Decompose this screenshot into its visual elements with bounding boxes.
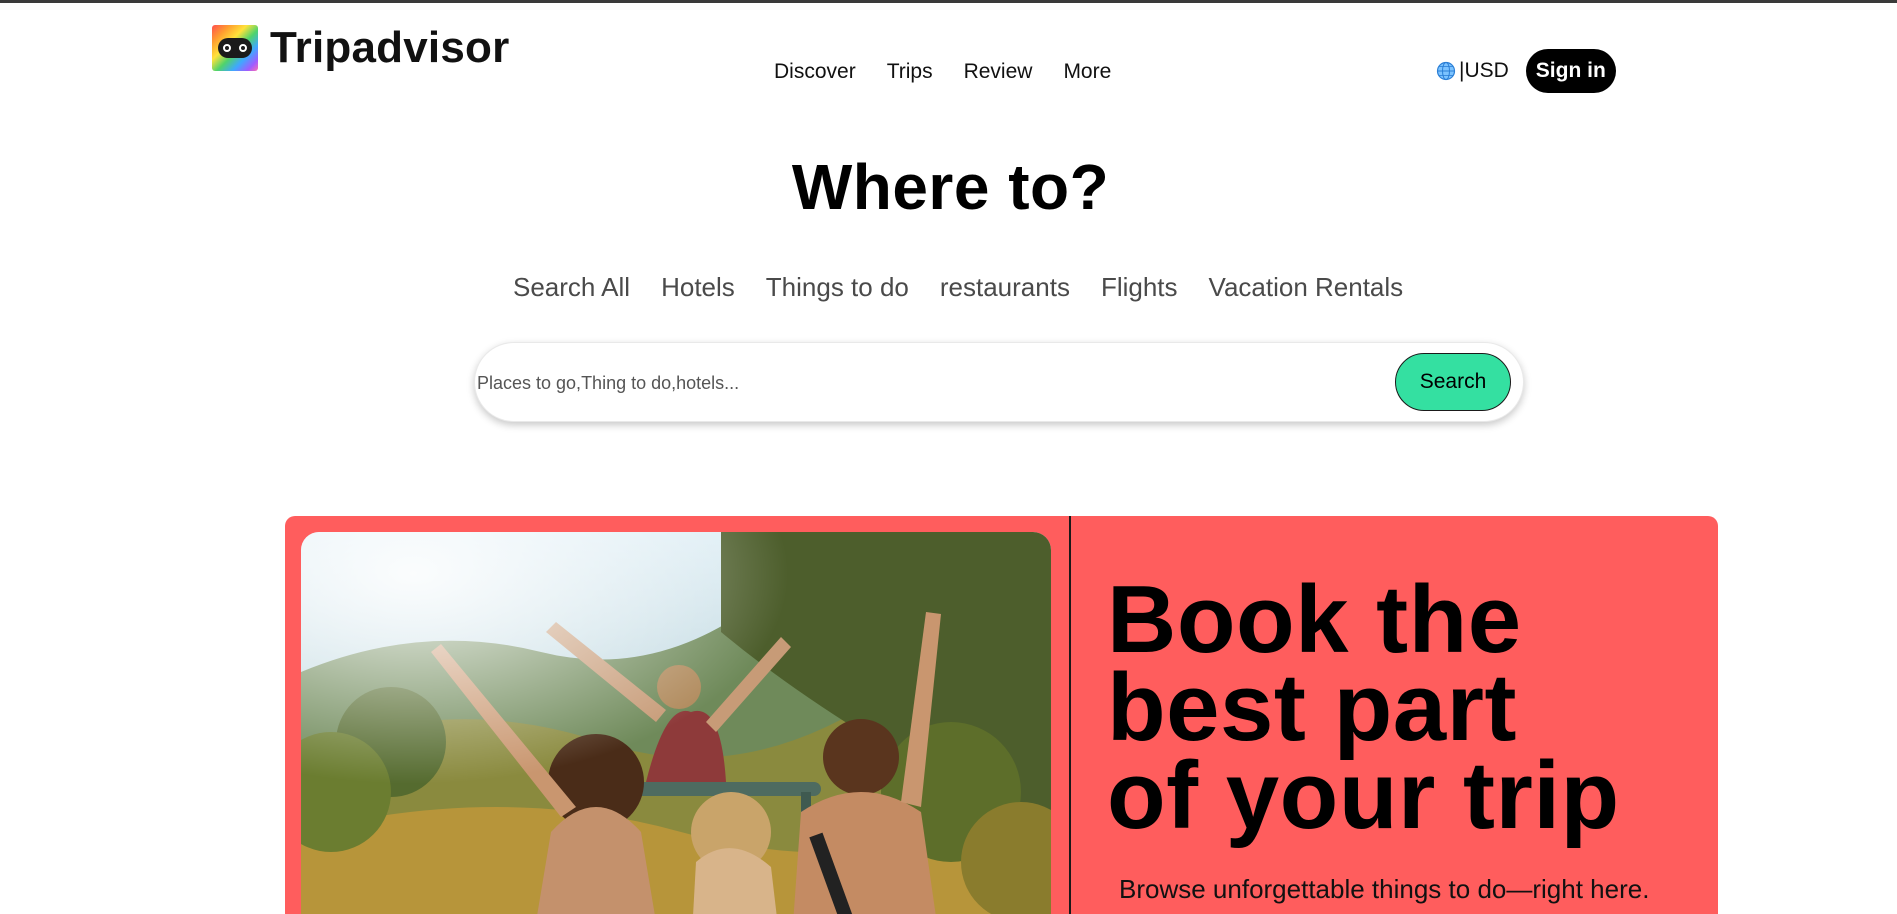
search-input[interactable] [477, 358, 1357, 408]
brand-logo[interactable]: Tripadvisor [212, 25, 509, 71]
promo-photo [301, 532, 1051, 914]
tab-hotels[interactable]: Hotels [661, 272, 735, 303]
owl-logo-icon [212, 25, 258, 71]
nav-item-discover[interactable]: Discover [774, 60, 856, 84]
promo-divider [1069, 516, 1071, 914]
globe-icon [1436, 61, 1456, 81]
sign-in-button[interactable]: Sign in [1525, 49, 1616, 93]
promo-subtitle: Browse unforgettable things to do—right … [1119, 874, 1650, 904]
tab-flights[interactable]: Flights [1101, 272, 1178, 303]
tab-restaurants[interactable]: restaurants [940, 272, 1070, 303]
currency-selector[interactable]: |USD [1436, 59, 1509, 83]
tab-search-all[interactable]: Search All [513, 272, 630, 303]
tab-vacation-rentals[interactable]: Vacation Rentals [1209, 272, 1404, 303]
header-tools: |USD Sign in [1436, 49, 1616, 93]
search-bar: Search [474, 342, 1524, 422]
search-category-tabs: Search All Hotels Things to do restauran… [513, 272, 1434, 303]
search-button[interactable]: Search [1395, 353, 1511, 411]
promo-headline: Book the best part of your trip [1107, 566, 1620, 849]
brand-name: Tripadvisor [270, 23, 510, 72]
page-title: Where to? [791, 151, 1110, 223]
nav-item-trips[interactable]: Trips [887, 60, 933, 84]
tab-things-to-do[interactable]: Things to do [766, 272, 909, 303]
nav-item-more[interactable]: More [1063, 60, 1111, 84]
main-nav: Discover Trips Review More [774, 60, 1142, 84]
promo-banner: Book the best part of your trip Browse u… [285, 516, 1718, 914]
nav-item-review[interactable]: Review [964, 60, 1033, 84]
currency-label: |USD [1459, 59, 1509, 82]
top-border [0, 0, 1897, 3]
